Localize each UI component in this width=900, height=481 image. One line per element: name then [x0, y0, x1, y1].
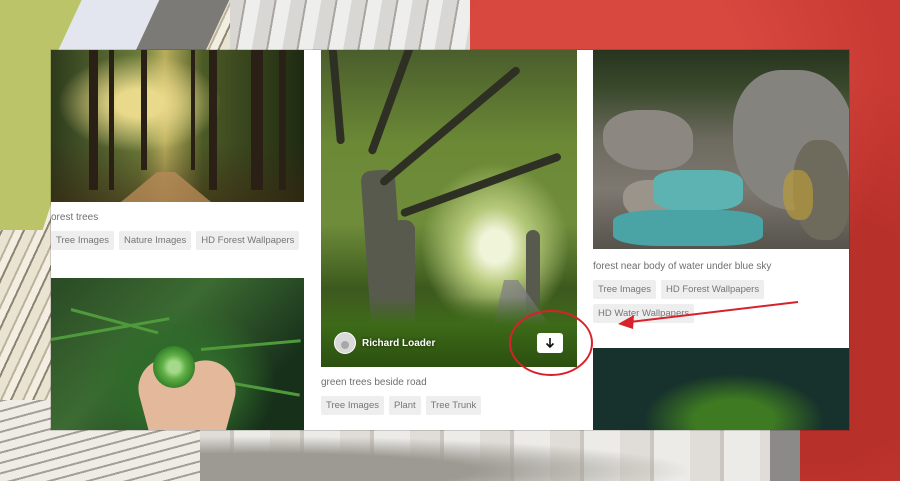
tag-nature-images[interactable]: Nature Images	[118, 231, 192, 250]
photo-partial-forest[interactable]	[593, 348, 849, 430]
tree-branch	[367, 50, 427, 156]
photo-caption[interactable]: orest trees	[51, 212, 304, 223]
tag-list: Tree Images Plant Tree Trunk	[321, 396, 577, 415]
river-water	[613, 210, 763, 246]
tree-trunk	[251, 50, 263, 190]
background-bottom-texture	[130, 430, 770, 481]
tag-hd-forest-wallpapers[interactable]: HD Forest Wallpapers	[660, 280, 765, 299]
tag-list: Tree Images Nature Images HD Forest Wall…	[51, 231, 304, 250]
tag-plant[interactable]: Plant	[388, 396, 421, 415]
tree-trunk	[209, 50, 217, 190]
tag-tree-images[interactable]: Tree Images	[51, 231, 114, 250]
river-water	[653, 170, 743, 210]
photo-caption[interactable]: green trees beside road	[321, 377, 577, 388]
tree-trunk	[89, 50, 98, 190]
download-button[interactable]	[537, 333, 563, 353]
gallery-column-1: orest trees Tree Images Nature Images HD…	[51, 50, 304, 430]
tag-list: Tree Images HD Forest Wallpapers HD Wate…	[593, 280, 793, 323]
succulent-plant	[153, 346, 195, 388]
avatar-head	[341, 340, 349, 349]
tag-hd-forest-wallpapers[interactable]: HD Forest Wallpapers	[196, 231, 300, 250]
tree-trunk	[109, 50, 114, 190]
download-arrow-icon	[545, 338, 555, 349]
tag-tree-trunk[interactable]: Tree Trunk	[425, 396, 482, 415]
tag-tree-images[interactable]: Tree Images	[321, 396, 384, 415]
image-gallery-panel: orest trees Tree Images Nature Images HD…	[51, 50, 849, 430]
gallery-column-3: forest near body of water under blue sky…	[593, 50, 849, 430]
author-name[interactable]: Richard Loader	[362, 338, 435, 349]
tree-trunk	[279, 50, 286, 190]
tree-trunk	[191, 50, 195, 170]
autumn-foliage	[783, 170, 813, 220]
photo-forest-path[interactable]	[51, 50, 304, 202]
tree-branch	[326, 50, 345, 145]
photo-tree-tunnel[interactable]: Richard Loader	[321, 50, 577, 367]
tree-branch	[399, 152, 563, 218]
gallery-column-2: Richard Loader green trees beside road T…	[321, 50, 577, 415]
tag-hd-water-wallpapers[interactable]: HD Water Wallpapers	[593, 304, 695, 323]
photo-hands-plant[interactable]	[51, 278, 304, 430]
photo-caption[interactable]: forest near body of water under blue sky	[593, 261, 849, 272]
tree-trunk	[141, 50, 147, 170]
user-avatar-icon	[334, 332, 356, 354]
photo-river-rocks[interactable]	[593, 50, 849, 249]
tag-tree-images[interactable]: Tree Images	[593, 280, 656, 299]
rock	[603, 110, 693, 170]
forest-path	[121, 172, 211, 202]
fern-leaf	[200, 339, 301, 351]
photo-author[interactable]: Richard Loader	[334, 332, 435, 354]
